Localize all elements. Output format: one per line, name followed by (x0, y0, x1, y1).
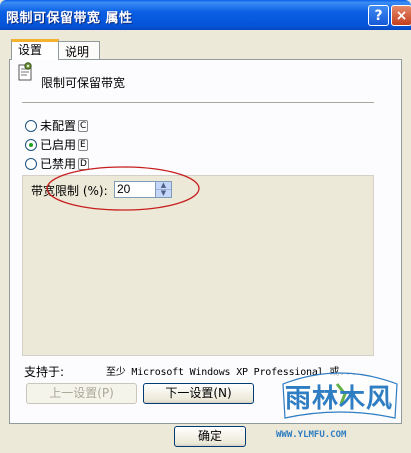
close-button[interactable]: × (391, 5, 411, 26)
radio-label: 已启用 (40, 138, 77, 152)
accelerator-key: E (78, 138, 88, 151)
tab-settings[interactable]: 设置 (11, 39, 59, 60)
help-button[interactable]: ? (368, 5, 389, 26)
radio-circle[interactable] (25, 157, 37, 170)
policy-name: 限制可保留带宽 (41, 76, 126, 90)
radio-label: 已禁用 (40, 157, 77, 171)
properties-dialog: 限制可保留带宽 属性 ? × 说明 设置 限制可保留带宽 未配置 C 已启用 E… (0, 0, 411, 453)
ok-button[interactable]: 确定 (174, 426, 246, 447)
bandwidth-input[interactable]: 20 (114, 181, 156, 198)
tab-explain[interactable]: 说明 (58, 41, 100, 61)
spin-down-arrow-icon[interactable]: ▼ (156, 190, 171, 197)
watermark-url: WWW.YLMFU.COM (276, 430, 347, 440)
supported-label: 支持于: (24, 365, 65, 379)
title-bar[interactable]: 限制可保留带宽 属性 ? × (0, 0, 411, 30)
next-setting-button[interactable]: 下一设置(N) (143, 383, 254, 404)
accelerator-key: C (78, 119, 89, 132)
divider (22, 102, 374, 103)
radio-disabled[interactable]: 已禁用 D (25, 155, 89, 172)
watermark-text: 雨林木风 (285, 384, 394, 414)
radio-enabled[interactable]: 已启用 E (25, 136, 88, 153)
radio-circle[interactable] (25, 119, 37, 132)
radio-not-configured[interactable]: 未配置 C (25, 117, 89, 134)
window-title: 限制可保留带宽 属性 (6, 11, 133, 26)
options-area (22, 175, 374, 356)
accelerator-key: D (78, 157, 89, 170)
policy-icon (18, 62, 32, 81)
previous-setting-button[interactable]: 上一设置(P) (26, 383, 137, 404)
radio-circle-selected[interactable] (25, 138, 37, 151)
radio-label: 未配置 (40, 119, 77, 133)
bandwidth-label: 带宽限制 (%): (31, 184, 108, 198)
bandwidth-spinner[interactable]: ▲ ▼ (155, 181, 172, 198)
